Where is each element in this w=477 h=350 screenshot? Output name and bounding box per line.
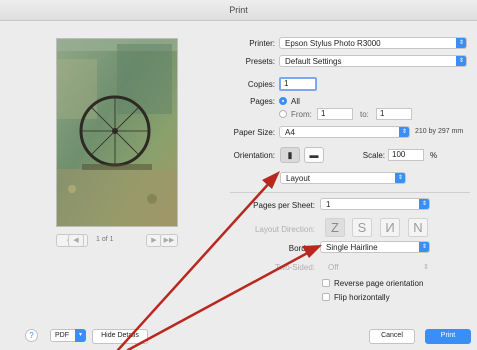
layout-direction-z[interactable]: Z: [325, 218, 345, 237]
page-indicator: 1 of 1: [96, 236, 114, 243]
two-sided-value[interactable]: Off: [328, 263, 339, 272]
last-page-button[interactable]: ▶▶: [160, 234, 178, 247]
chevron-updown-icon: ⇕: [456, 56, 466, 66]
chevron-updown-icon: ⇕: [419, 242, 429, 252]
paper-size-value: A4: [285, 128, 295, 137]
printer-value: Epson Stylus Photo R3000: [285, 39, 381, 48]
border-popup[interactable]: Single Hairline ⇕: [320, 241, 430, 253]
two-sided-label: Two-Sided:: [274, 263, 315, 272]
hide-details-button[interactable]: Hide Details: [92, 329, 148, 344]
pages-all-radio[interactable]: [279, 97, 287, 105]
pages-all-label: All: [291, 97, 300, 106]
title-bar: Print: [0, 0, 477, 21]
window-title: Print: [229, 5, 248, 15]
section-popup[interactable]: Layout ⇕: [280, 172, 406, 184]
chevron-updown-icon: ⇕: [419, 199, 429, 209]
layout-direction-s[interactable]: S: [352, 218, 372, 237]
paper-size-popup[interactable]: A4 ⇕: [279, 126, 410, 138]
printer-popup[interactable]: Epson Stylus Photo R3000 ⇕: [279, 37, 467, 49]
pdf-menu-button[interactable]: PDF ▾: [50, 329, 86, 342]
paper-dimensions: 210 by 297 mm: [415, 128, 464, 135]
pages-per-sheet-popup[interactable]: 1 ⇕: [320, 198, 430, 210]
presets-popup[interactable]: Default Settings ⇕: [279, 55, 467, 67]
pages-per-sheet-value: 1: [326, 200, 331, 209]
chevron-updown-icon: ⇕: [399, 127, 409, 137]
chevron-updown-icon: ⇕: [395, 173, 405, 183]
portrait-icon[interactable]: ▮: [280, 147, 300, 163]
section-divider: [230, 192, 470, 193]
help-button[interactable]: ?: [25, 329, 38, 342]
orientation-label: Orientation:: [233, 151, 275, 160]
section-value: Layout: [286, 174, 311, 183]
print-preview: [56, 38, 178, 227]
prev-page-button[interactable]: ◀: [68, 234, 84, 247]
presets-label: Presets:: [245, 57, 275, 66]
layout-direction-n[interactable]: N: [408, 218, 428, 237]
pages-per-sheet-label: Pages per Sheet:: [253, 201, 315, 210]
border-value: Single Hairline: [326, 243, 378, 252]
pages-to-field[interactable]: 1: [376, 108, 412, 120]
pages-label: Pages:: [250, 97, 275, 106]
preview-image: [57, 39, 177, 226]
paper-size-label: Paper Size:: [233, 128, 275, 137]
scale-unit: %: [430, 151, 438, 160]
layout-direction-reverse-n[interactable]: И: [380, 218, 400, 237]
reverse-orientation-label: Reverse page orientation: [334, 279, 424, 288]
arrowhead-icon: [262, 171, 280, 189]
scale-label: Scale:: [362, 151, 385, 160]
pages-to-label: to:: [360, 110, 369, 119]
pages-from-field[interactable]: 1: [317, 108, 353, 120]
two-sided-chevron-icon: ⇕: [423, 264, 429, 271]
flip-horizontally-label: Flip horizontally: [334, 293, 390, 302]
scale-field[interactable]: 100: [388, 149, 424, 161]
landscape-icon[interactable]: ▬: [304, 147, 324, 163]
presets-value: Default Settings: [285, 57, 342, 66]
print-button[interactable]: Print: [425, 329, 471, 344]
reverse-orientation-checkbox[interactable]: [322, 279, 330, 287]
layout-direction-label: Layout Direction:: [254, 225, 315, 234]
flip-horizontally-checkbox[interactable]: [322, 293, 330, 301]
pdf-label: PDF: [55, 332, 69, 339]
copies-label: Copies:: [247, 80, 275, 89]
pages-from-radio[interactable]: [279, 110, 287, 118]
cancel-button[interactable]: Cancel: [369, 329, 415, 344]
chevron-updown-icon: ⇕: [456, 38, 466, 48]
border-label: Border:: [288, 244, 315, 253]
copies-field[interactable]: 1: [279, 77, 317, 91]
printer-label: Printer:: [249, 39, 275, 48]
chevron-down-icon: ▾: [75, 329, 86, 342]
pages-from-label: From:: [291, 110, 312, 119]
